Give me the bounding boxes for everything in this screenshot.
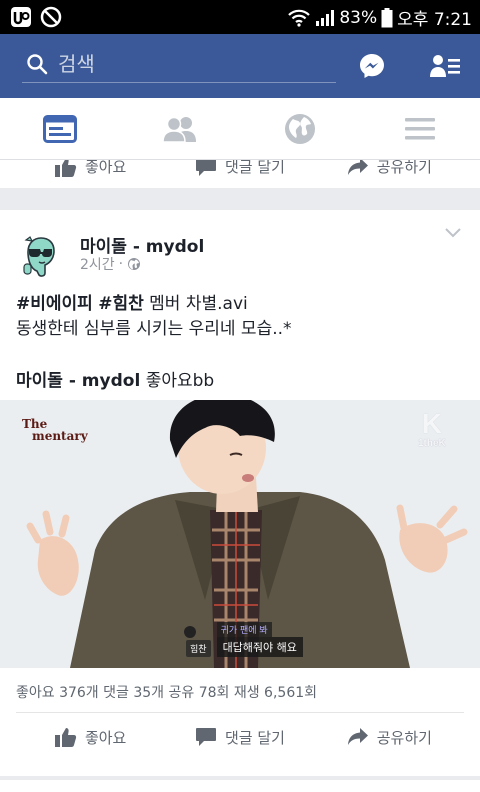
post-text: #비에이피 #힘찬 멤버 차별.avi 동생한테 심부름 시키는 우리네 모습.… — [16, 292, 292, 342]
tab-menu[interactable] — [360, 98, 480, 160]
search-input[interactable] — [58, 49, 328, 79]
thumbs-up-icon — [54, 728, 77, 747]
mascot-avatar-icon — [14, 230, 66, 282]
globe-icon — [285, 114, 315, 144]
post-card: 마이돌 - mydol 2시간 · #비에이피 #힘찬 멤버 차별.avi 동생… — [0, 210, 480, 776]
post-stats[interactable]: 좋아요 376개 댓글 35개 공유 78회 재생 6,561회 — [16, 682, 317, 702]
battery-icon — [381, 7, 393, 27]
share-label: 공유하기 — [376, 728, 432, 747]
messenger-icon[interactable] — [358, 52, 386, 80]
share-arrow-icon — [347, 160, 368, 175]
block-icon — [40, 6, 62, 28]
post-actions: 좋아요 댓글 달기 공유하기 — [16, 713, 464, 761]
tab-friend-requests[interactable] — [120, 98, 240, 160]
thumbs-up-icon — [54, 160, 77, 177]
comment-icon — [196, 728, 216, 746]
like-label: 좋아요 — [84, 160, 127, 176]
post-text-line2: 동생한테 심부름 시키는 우리네 모습..* — [16, 319, 292, 339]
next-post-card — [0, 780, 480, 792]
comment-label: 댓글 달기 — [225, 728, 285, 747]
page-avatar[interactable] — [14, 230, 66, 282]
shared-page-name[interactable]: 마이돌 - mydol — [16, 371, 140, 391]
battery-percent: 83% — [339, 7, 378, 28]
search-icon — [27, 54, 48, 75]
like-button[interactable]: 좋아요 — [16, 713, 165, 761]
meta-separator: · — [118, 256, 124, 272]
public-globe-icon — [128, 258, 141, 270]
subtitle-speaker: 힘찬 — [186, 640, 211, 657]
themenary-logo: The mentary — [22, 417, 88, 443]
subtitle-main: 대답해줘야 해요 — [216, 637, 303, 657]
comment-label: 댓글 달기 — [225, 160, 285, 176]
share-arrow-icon — [347, 728, 368, 745]
news-feed-icon — [43, 115, 77, 143]
tab-news-feed[interactable] — [0, 98, 120, 160]
chevron-down-icon[interactable] — [444, 226, 462, 240]
notification-app-icon — [11, 7, 31, 27]
share-label: 공유하기 — [376, 160, 432, 176]
share-button[interactable]: 공유하기 — [315, 713, 464, 761]
friends-icon — [162, 116, 196, 143]
friends-menu-icon[interactable] — [430, 54, 460, 78]
tab-notifications[interactable] — [240, 98, 360, 160]
hashtag-link[interactable]: #힘찬 — [98, 294, 144, 314]
nav-tabs — [0, 98, 480, 160]
status-bar: 83% 오후 7:21 — [0, 0, 480, 34]
like-button[interactable]: 좋아요 — [16, 160, 165, 186]
shared-caption: 마이돌 - mydol 좋아요bb — [16, 366, 214, 391]
comment-button[interactable]: 댓글 달기 — [165, 713, 314, 761]
share-button[interactable]: 공유하기 — [315, 160, 464, 186]
previous-post-actions: 좋아요 댓글 달기 공유하기 — [16, 160, 464, 186]
subtitle-top: 귀가 팬에 봐 — [216, 622, 272, 637]
post-text-line1: 멤버 차별.avi — [143, 294, 248, 314]
1thek-logo: K 1theK — [418, 408, 446, 450]
clock: 오후 7:21 — [397, 10, 472, 30]
video-player[interactable]: The mentary K 1theK 힘찬 귀가 팬에 봐 대답해줘야 해요 — [0, 400, 480, 668]
top-app-bar — [0, 34, 480, 98]
comment-button[interactable]: 댓글 달기 — [165, 160, 314, 186]
post-meta: 2시간 · — [80, 254, 141, 274]
post-time[interactable]: 2시간 — [80, 254, 115, 274]
comment-icon — [196, 160, 216, 176]
signal-icon — [316, 9, 335, 26]
shared-text: 좋아요bb — [140, 371, 215, 391]
wifi-icon — [288, 9, 311, 27]
like-label: 좋아요 — [84, 728, 127, 747]
hamburger-menu-icon — [405, 118, 435, 140]
hashtag-link[interactable]: #비에이피 — [16, 294, 93, 314]
search-field[interactable] — [22, 47, 336, 83]
video-subtitle: 힘찬 귀가 팬에 봐 대답해줘야 해요 — [186, 622, 303, 657]
previous-post-card: 좋아요 댓글 달기 공유하기 — [0, 160, 480, 188]
